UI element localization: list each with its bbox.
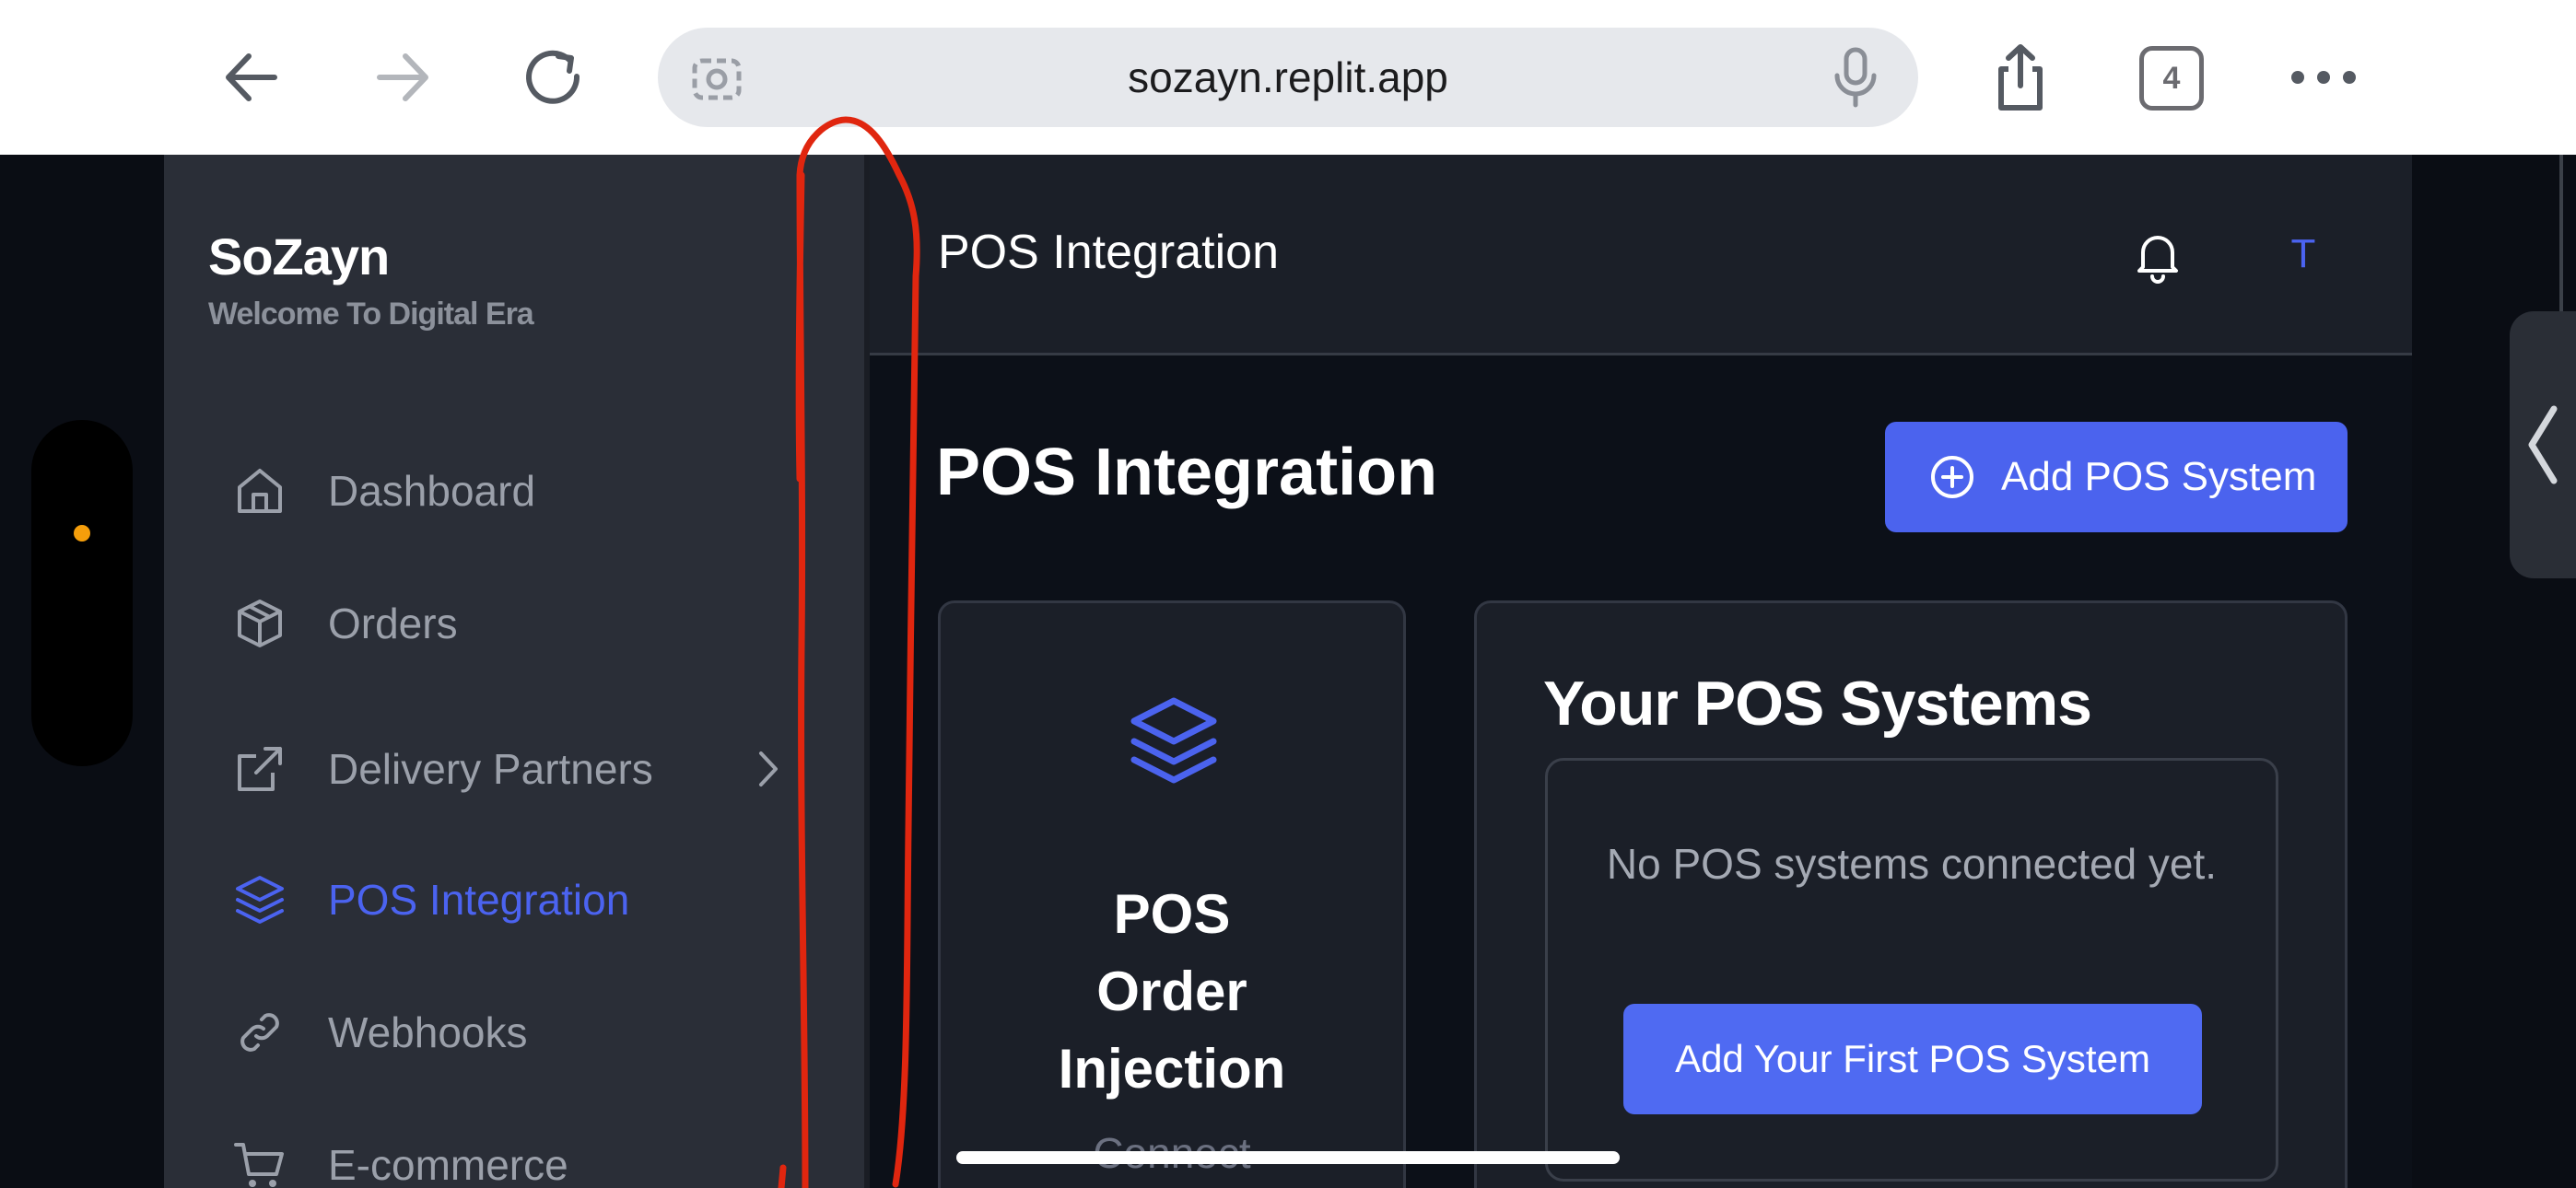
address-bar[interactable]: sozayn.replit.app — [658, 28, 1918, 127]
home-icon — [238, 469, 282, 513]
add-pos-system-label: Add POS System — [2001, 454, 2317, 499]
empty-state: No POS systems connected yet. Add Your F… — [1545, 758, 2278, 1182]
card-title-line: POS — [1113, 883, 1231, 945]
add-pos-system-button[interactable]: Add POS System — [1885, 422, 2348, 532]
reload-button[interactable] — [512, 37, 595, 118]
scrollbar[interactable] — [2559, 155, 2563, 311]
header-title: POS Integration — [938, 226, 1279, 279]
layers-icon — [236, 876, 284, 924]
add-first-pos-button[interactable]: Add Your First POS System — [1623, 1004, 2202, 1114]
forward-button[interactable] — [361, 37, 444, 118]
sidebar-item-ecommerce[interactable]: E-commerce — [232, 1124, 568, 1188]
arrow-left-icon — [226, 53, 277, 101]
more-icon[interactable] — [2289, 57, 2359, 98]
home-indicator[interactable] — [956, 1151, 1620, 1164]
pos-systems-title: Your POS Systems — [1543, 669, 2092, 739]
sidebar-divider — [864, 155, 870, 1188]
external-link-icon — [238, 747, 282, 791]
tabs-button[interactable]: 4 — [2139, 46, 2204, 111]
brand-subtitle: Welcome To Digital Era — [208, 297, 534, 332]
arrow-right-icon — [377, 53, 428, 101]
card-title-line: Order — [1096, 961, 1247, 1022]
sidebar-item-orders[interactable]: Orders — [232, 582, 458, 665]
pos-order-injection-card: POS Order Injection Connect — [938, 600, 1406, 1188]
user-avatar[interactable]: T — [2276, 227, 2331, 282]
sidebar-item-label: Dashboard — [328, 467, 536, 515]
sidebar-item-pos-integration[interactable]: POS Integration — [232, 858, 629, 941]
bell-icon[interactable] — [2130, 227, 2185, 284]
cart-icon — [234, 1143, 284, 1187]
microphone-icon[interactable] — [1830, 46, 1881, 109]
url-text: sozayn.replit.app — [1128, 53, 1448, 101]
sidebar-item-label: POS Integration — [328, 876, 630, 924]
sidebar-item-label: E-commerce — [328, 1141, 568, 1188]
pos-systems-card: Your POS Systems No POS systems connecte… — [1474, 600, 2348, 1188]
share-button[interactable] — [1979, 37, 2062, 118]
card-title: POS Order Injection — [941, 876, 1403, 1108]
right-edge-handle[interactable] — [2510, 311, 2576, 578]
sidebar-item-webhooks[interactable]: Webhooks — [232, 991, 528, 1074]
share-icon — [1998, 44, 2043, 111]
empty-message: No POS systems connected yet. — [1606, 840, 2218, 888]
sidebar-item-dashboard[interactable]: Dashboard — [232, 449, 535, 532]
browser-toolbar: sozayn.replit.app 4 — [0, 0, 2576, 155]
page-title: POS Integration — [936, 436, 1438, 509]
sidebar-item-label: Webhooks — [328, 1008, 528, 1056]
card-title-line: Injection — [1058, 1038, 1286, 1100]
reload-icon — [526, 50, 580, 104]
side-pull-handle[interactable] — [31, 420, 133, 766]
sidebar-item-label: Orders — [328, 600, 458, 647]
sidebar-item-label: Delivery Partners — [328, 745, 653, 793]
indicator-dot — [74, 525, 90, 542]
package-icon — [238, 600, 282, 647]
back-button[interactable] — [210, 37, 293, 118]
plus-circle-icon — [1931, 456, 1973, 498]
chevron-left-icon — [2528, 405, 2558, 484]
chevron-right-icon[interactable] — [752, 746, 783, 792]
sidebar-item-delivery-partners[interactable]: Delivery Partners — [232, 728, 653, 810]
brand-title[interactable]: SoZayn — [208, 227, 390, 286]
link-icon — [240, 1013, 279, 1052]
layers-icon — [1130, 697, 1217, 784]
